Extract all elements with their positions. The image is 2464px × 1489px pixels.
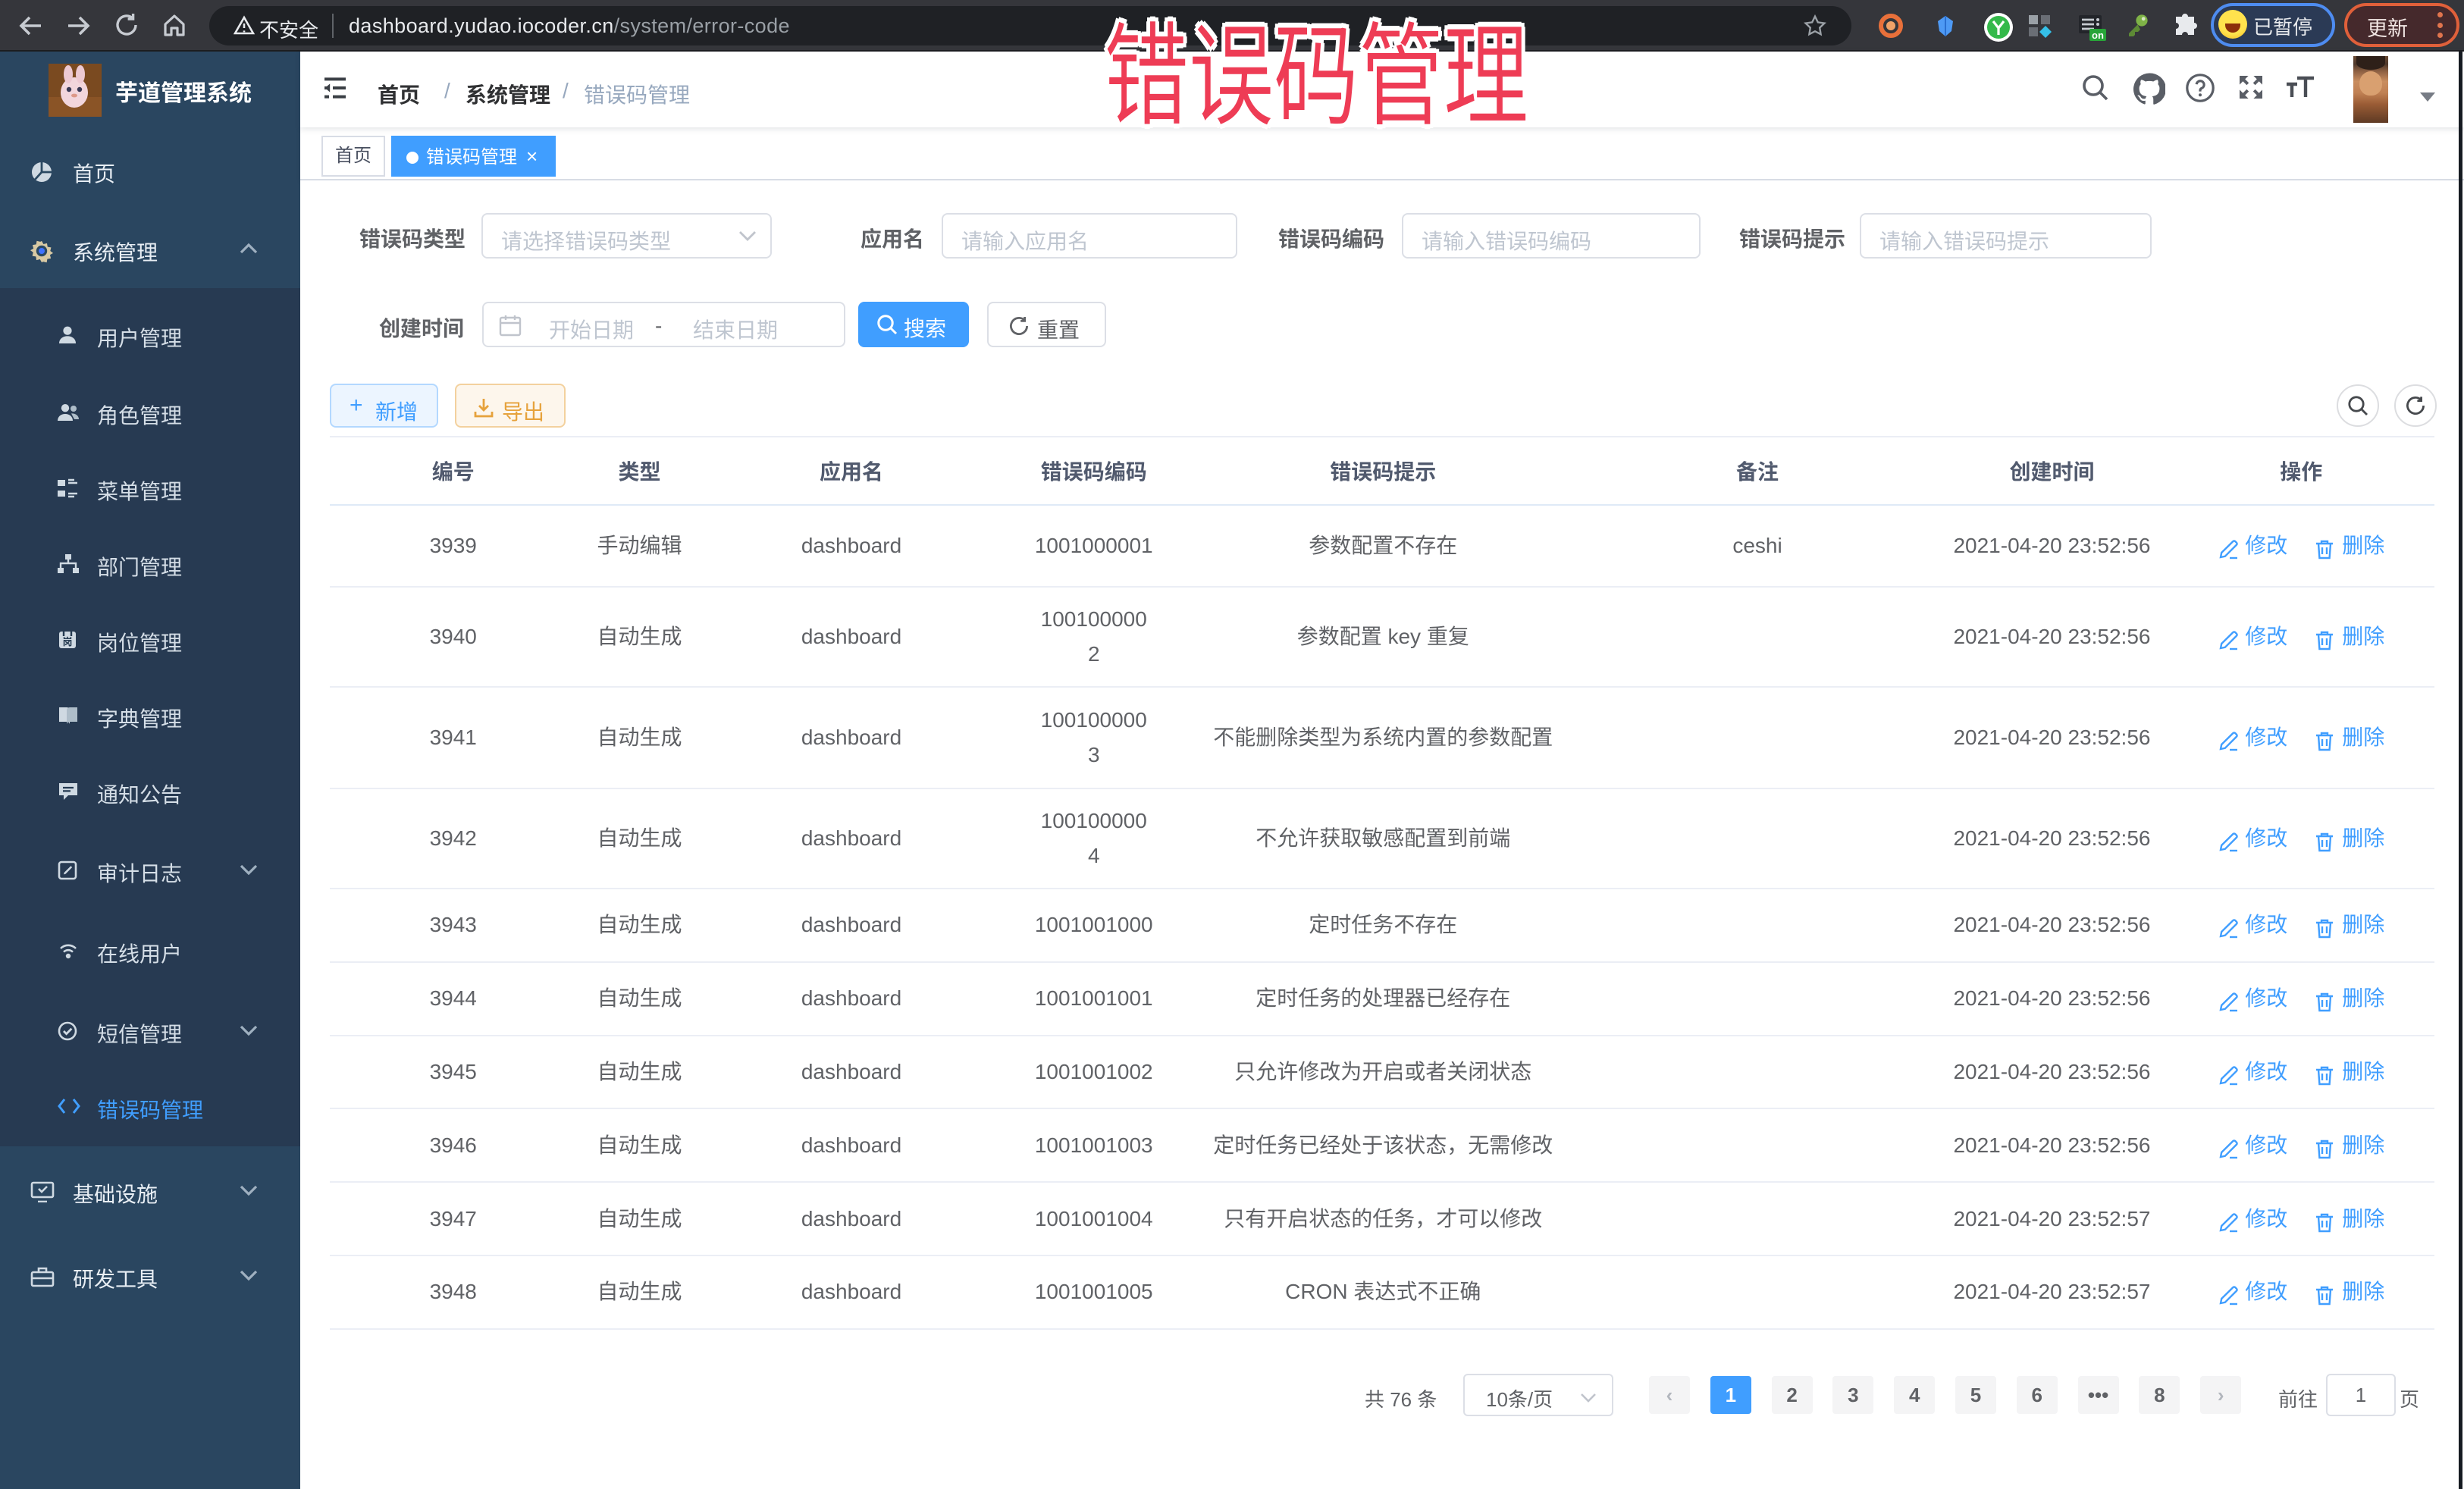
svg-text:岗: 岗	[62, 636, 72, 647]
svg-text:on: on	[2092, 30, 2104, 41]
